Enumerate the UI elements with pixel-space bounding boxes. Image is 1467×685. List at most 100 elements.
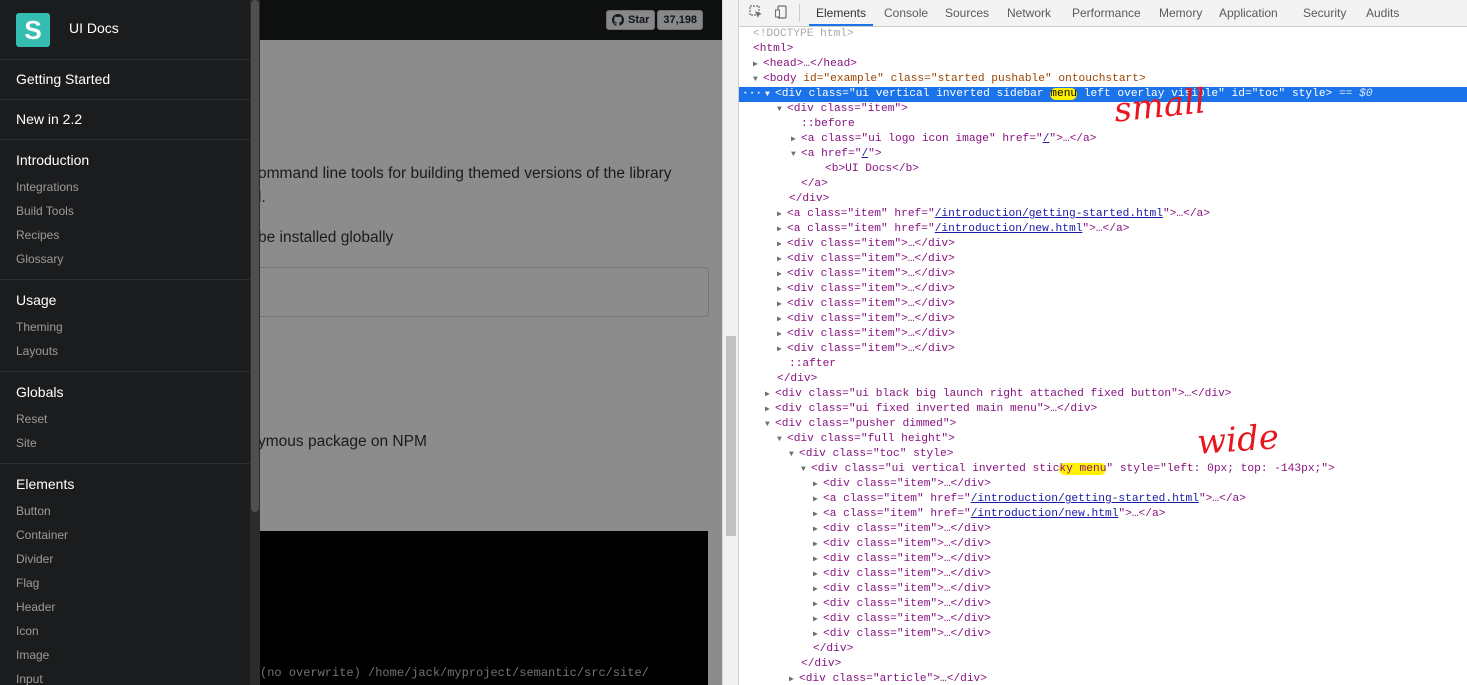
collapse-arrow-icon[interactable]: ▼ [777, 102, 787, 117]
dom-node[interactable]: </div> [739, 657, 1467, 672]
dom-node[interactable]: ▶ <div class="item">…</div> [739, 567, 1467, 582]
expand-arrow-icon[interactable]: ▶ [813, 537, 823, 552]
tab-elements[interactable]: Elements [809, 0, 873, 26]
expand-arrow-icon[interactable]: ▶ [777, 297, 787, 312]
expand-arrow-icon[interactable]: ▶ [813, 552, 823, 567]
collapse-arrow-icon[interactable]: ▼ [765, 417, 775, 432]
dom-node[interactable]: ::before [739, 117, 1467, 132]
dom-node[interactable]: <!DOCTYPE html> [739, 27, 1467, 42]
dom-node[interactable]: </div> [739, 372, 1467, 387]
dom-node[interactable]: ▶ <div class="item">…</div> [739, 312, 1467, 327]
sidebar-item-theming[interactable]: Theming [0, 315, 250, 339]
sidebar-item-flag[interactable]: Flag [0, 571, 250, 595]
collapse-arrow-icon[interactable]: ▼ [791, 147, 801, 162]
dom-node[interactable]: </a> [739, 177, 1467, 192]
sidebar-item-new[interactable]: New in 2.2 [0, 100, 250, 140]
tab-sources[interactable]: Sources [945, 0, 989, 26]
collapse-arrow-icon[interactable]: ▼ [765, 87, 775, 102]
expand-arrow-icon[interactable]: ▶ [813, 582, 823, 597]
expand-arrow-icon[interactable]: ▶ [777, 222, 787, 237]
expand-arrow-icon[interactable]: ▶ [813, 477, 823, 492]
inspect-element-icon[interactable] [749, 5, 763, 19]
collapse-arrow-icon[interactable]: ▼ [801, 462, 811, 477]
dom-node[interactable]: ▼ <div class="toc" style> [739, 447, 1467, 462]
tab-application[interactable]: Application [1219, 0, 1278, 26]
expand-arrow-icon[interactable]: ▶ [813, 597, 823, 612]
dom-node[interactable]: ▶ <div class="article">…</div> [739, 672, 1467, 685]
dom-node[interactable]: ▼ <div class="pusher dimmed"> [739, 417, 1467, 432]
tab-memory[interactable]: Memory [1159, 0, 1202, 26]
expand-arrow-icon[interactable]: ▶ [813, 492, 823, 507]
dom-node[interactable]: ▼ <body id="example" class="started pusha… [739, 72, 1467, 87]
sidebar-item-button[interactable]: Button [0, 499, 250, 523]
logo-icon[interactable]: S [16, 13, 50, 47]
expand-arrow-icon[interactable]: ▶ [777, 312, 787, 327]
expand-arrow-icon[interactable]: ▶ [777, 237, 787, 252]
expand-arrow-icon[interactable]: ▶ [777, 252, 787, 267]
sidebar-scrollbar-thumb[interactable] [251, 0, 259, 512]
dom-node[interactable]: ▶ <a class="item" href="/introduction/get… [739, 492, 1467, 507]
dom-node[interactable]: ▶ <div class="item">…</div> [739, 267, 1467, 282]
expand-arrow-icon[interactable]: ▶ [765, 402, 775, 417]
tab-console[interactable]: Console [884, 0, 928, 26]
sidebar-item-header[interactable]: Header [0, 595, 250, 619]
sidebar-item-glossary[interactable]: Glossary [0, 247, 250, 271]
sidebar-item-input[interactable]: Input [0, 667, 250, 685]
expand-arrow-icon[interactable]: ▶ [777, 342, 787, 357]
dom-node[interactable]: ▶ <a class="item" href="/introduction/new… [739, 222, 1467, 237]
dom-node[interactable]: ▶ <div class="item">…</div> [739, 582, 1467, 597]
sidebar-item-divider[interactable]: Divider [0, 547, 250, 571]
dom-node[interactable]: ▶ <div class="item">…</div> [739, 612, 1467, 627]
sidebar-item-build-tools[interactable]: Build Tools [0, 199, 250, 223]
expand-arrow-icon[interactable]: ▶ [777, 327, 787, 342]
dom-node[interactable]: ▶ <div class="item">…</div> [739, 327, 1467, 342]
dom-node[interactable]: ▼ <a href="/"> [739, 147, 1467, 162]
dom-node[interactable]: <html> [739, 42, 1467, 57]
collapse-arrow-icon[interactable]: ▼ [753, 72, 763, 87]
expand-arrow-icon[interactable]: ▶ [813, 567, 823, 582]
dom-node[interactable]: ▶ <div class="item">…</div> [739, 597, 1467, 612]
expand-arrow-icon[interactable]: ▶ [813, 507, 823, 522]
collapse-arrow-icon[interactable]: ▼ [777, 432, 787, 447]
expand-arrow-icon[interactable]: ▶ [789, 672, 799, 685]
dom-node-selected[interactable]: ··· ▼ <div class="ui vertical inverted sid… [739, 87, 1467, 102]
expand-arrow-icon[interactable]: ▶ [813, 522, 823, 537]
brand-title[interactable]: UI Docs [69, 20, 119, 36]
sidebar-item-getting-started[interactable]: Getting Started [0, 60, 250, 100]
tab-security[interactable]: Security [1303, 0, 1346, 26]
dom-node[interactable]: ▼ <div class="item"> [739, 102, 1467, 117]
more-options-icon[interactable]: ··· [742, 87, 762, 102]
device-toolbar-icon[interactable] [775, 5, 789, 19]
sidebar-item-site[interactable]: Site [0, 431, 250, 455]
dom-node[interactable]: ▶ <div class="item">…</div> [739, 552, 1467, 567]
dom-node[interactable]: ▶ <a class="item" href="/introduction/new… [739, 507, 1467, 522]
expand-arrow-icon[interactable]: ▶ [777, 267, 787, 282]
dom-node[interactable]: ▼ <div class="ui vertical inverted sticky… [739, 462, 1467, 477]
dom-node[interactable]: </div> [739, 192, 1467, 207]
dom-node[interactable]: ▶ <div class="item">…</div> [739, 522, 1467, 537]
dom-node[interactable]: ▶ <div class="item">…</div> [739, 252, 1467, 267]
dom-node[interactable]: ▶ <div class="item">…</div> [739, 282, 1467, 297]
expand-arrow-icon[interactable]: ▶ [777, 207, 787, 222]
page-scrollbar-thumb[interactable] [726, 336, 736, 536]
sidebar-item-recipes[interactable]: Recipes [0, 223, 250, 247]
expand-arrow-icon[interactable]: ▶ [765, 387, 775, 402]
sidebar-item-reset[interactable]: Reset [0, 407, 250, 431]
sidebar-header[interactable]: S UI Docs [0, 0, 250, 60]
expand-arrow-icon[interactable]: ▶ [813, 612, 823, 627]
dom-node[interactable]: ▶ <div class="item">…</div> [739, 477, 1467, 492]
tab-performance[interactable]: Performance [1072, 0, 1141, 26]
tab-audits[interactable]: Audits [1366, 0, 1399, 26]
collapse-arrow-icon[interactable]: ▼ [789, 447, 799, 462]
dom-node[interactable]: ▶ <div class="item">…</div> [739, 297, 1467, 312]
dom-node[interactable]: <b>UI Docs</b> [739, 162, 1467, 177]
sidebar-item-layouts[interactable]: Layouts [0, 339, 250, 363]
sidebar-item-integrations[interactable]: Integrations [0, 175, 250, 199]
dom-node[interactable]: </div> [739, 642, 1467, 657]
expand-arrow-icon[interactable]: ▶ [791, 132, 801, 147]
dom-node[interactable]: ▶ <head>…</head> [739, 57, 1467, 72]
dom-node[interactable]: ▶ <div class="item">…</div> [739, 237, 1467, 252]
expand-arrow-icon[interactable]: ▶ [777, 282, 787, 297]
dom-node[interactable]: ::after [739, 357, 1467, 372]
dom-node[interactable]: ▶ <a class="item" href="/introduction/get… [739, 207, 1467, 222]
